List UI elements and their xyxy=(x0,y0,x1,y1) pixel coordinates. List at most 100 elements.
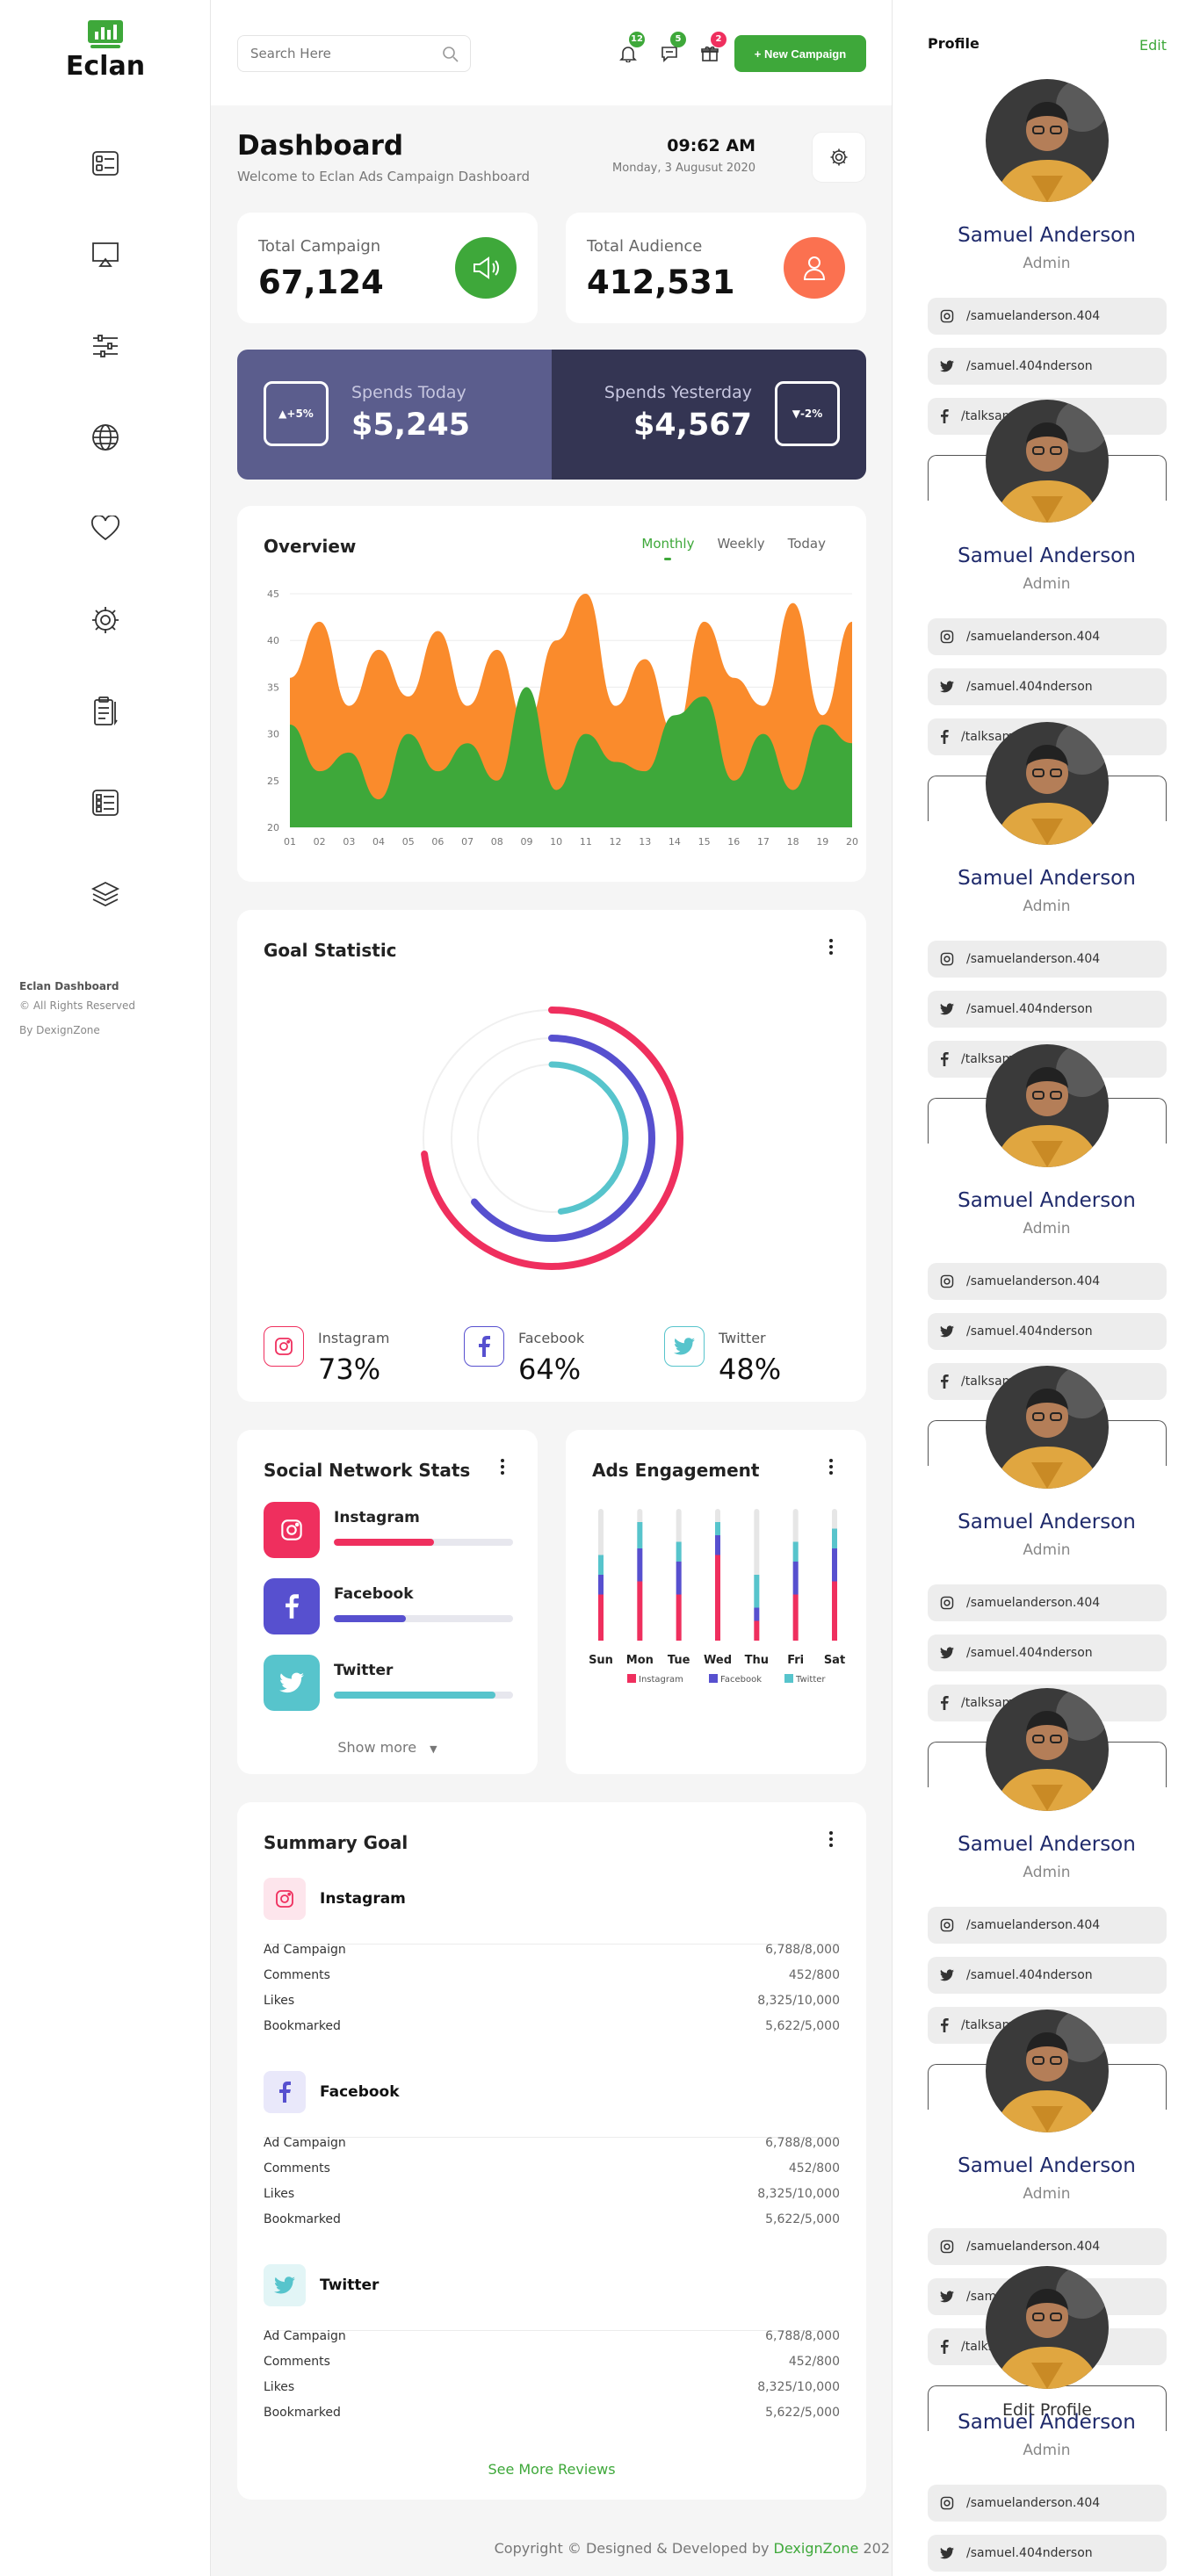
summary-row-label: Likes xyxy=(264,1994,295,2008)
twitter-link[interactable]: /samuel.404nderson xyxy=(928,2535,1167,2572)
ring-facebook xyxy=(448,1035,655,1242)
x-tick-label: 09 xyxy=(520,836,532,848)
twitter-link[interactable]: /samuel.404nderson xyxy=(928,991,1167,1028)
nav-heart[interactable] xyxy=(88,511,123,546)
link-text: /samuel.404nderson xyxy=(966,1646,1093,1660)
sliders-icon xyxy=(93,335,118,357)
instagram-link[interactable]: /samuelanderson.404 xyxy=(928,2485,1167,2522)
search-icon[interactable] xyxy=(442,46,459,63)
instagram-link[interactable]: /samuelanderson.404 xyxy=(928,1263,1167,1300)
show-more-button[interactable]: Show more ▼ xyxy=(237,1739,538,1756)
twitter-icon xyxy=(264,1655,320,1711)
bar-twitter xyxy=(754,1575,760,1608)
x-tick-label: 20 xyxy=(846,836,858,848)
x-tick-label: Thu xyxy=(745,1654,769,1667)
summary-row-value: 8,325/10,000 xyxy=(757,2187,840,2201)
twitter-icon xyxy=(940,1969,954,1981)
search-input[interactable] xyxy=(250,46,426,61)
layers-icon xyxy=(90,881,120,907)
nav-presentation[interactable] xyxy=(88,237,123,272)
bar-twitter xyxy=(637,1522,643,1548)
instagram-icon xyxy=(940,2496,954,2510)
y-tick-label: 20 xyxy=(267,822,279,833)
profile-role: Admin xyxy=(1023,1220,1071,1237)
settings-button[interactable] xyxy=(812,132,866,183)
instagram-icon xyxy=(940,1274,954,1288)
x-tick-label: 19 xyxy=(816,836,828,848)
bar-facebook xyxy=(598,1575,604,1595)
megaphone-icon xyxy=(455,237,517,299)
see-more-reviews-link[interactable]: See More Reviews xyxy=(237,2461,866,2478)
goal-statistic-card: Goal Statistic Instagram 73% Facebook 64… xyxy=(237,910,866,1402)
profile-panel: Profile Edit Samuel Anderson Admin/samuel… xyxy=(892,0,1200,2576)
social-name: Instagram xyxy=(334,1509,420,1526)
nav-layers[interactable] xyxy=(88,877,123,912)
summary-row-label: Comments xyxy=(264,2355,330,2369)
summary-row: Bookmarked 5,622/5,000 xyxy=(264,2406,840,2430)
nav-dashboard[interactable] xyxy=(88,146,123,181)
facebook-icon xyxy=(941,730,949,744)
summary-row-value: 5,622/5,000 xyxy=(765,2212,840,2226)
new-campaign-button[interactable]: + New Campaign xyxy=(734,35,866,72)
nav-sliders[interactable] xyxy=(88,328,123,364)
twitter-link[interactable]: /samuel.404nderson xyxy=(928,668,1167,705)
twitter-link[interactable]: /samuel.404nderson xyxy=(928,1634,1167,1671)
summary-row-label: Likes xyxy=(264,2187,295,2201)
spends-today-change-value: +5% xyxy=(286,408,314,420)
x-tick-label: 17 xyxy=(757,836,770,848)
notifications-button[interactable]: 12 xyxy=(615,32,645,67)
x-tick-label: Mon xyxy=(626,1654,654,1667)
footer-brand-link[interactable]: DexignZone xyxy=(774,2540,859,2557)
summary-row-label: Ad Campaign xyxy=(264,2329,346,2343)
instagram-icon xyxy=(940,952,954,966)
total-audience-label: Total Audience xyxy=(587,237,703,256)
bar-instagram xyxy=(598,1594,604,1641)
social-row-instagram: Instagram xyxy=(264,1502,518,1560)
legend-swatch xyxy=(627,1674,636,1683)
main-content: 12 5 2 + New Campaign Dashboard Welcome … xyxy=(211,0,892,2576)
avatar xyxy=(986,1688,1109,1811)
x-tick-label: Wed xyxy=(704,1654,732,1667)
social-progress-bar xyxy=(334,1539,513,1546)
social-network-card: Social Network Stats Instagram Facebook … xyxy=(237,1430,538,1774)
instagram-icon xyxy=(940,630,954,644)
sidebar: Eclan Eclan Dashboard © All Rights Reser… xyxy=(0,0,211,2576)
y-tick-label: 45 xyxy=(267,588,279,600)
instagram-link[interactable]: /samuelanderson.404 xyxy=(928,618,1167,655)
avatar xyxy=(986,79,1109,202)
link-text: /samuelanderson.404 xyxy=(966,309,1101,323)
twitter-link[interactable]: /samuel.404nderson xyxy=(928,348,1167,385)
summary-row-value: 6,788/8,000 xyxy=(765,2329,840,2343)
instagram-link[interactable]: /samuelanderson.404 xyxy=(928,298,1167,335)
instagram-link[interactable]: /samuelanderson.404 xyxy=(928,2228,1167,2265)
profile-edit-link[interactable]: Edit xyxy=(1139,37,1167,54)
messages-button[interactable]: 5 xyxy=(656,32,686,67)
goal-legend-name: Instagram xyxy=(318,1330,390,1346)
logo[interactable]: Eclan xyxy=(61,19,149,82)
instagram-link[interactable]: /samuelanderson.404 xyxy=(928,1907,1167,1944)
twitter-link[interactable]: /samuel.404nderson xyxy=(928,1957,1167,1994)
facebook-icon xyxy=(941,1052,949,1066)
spends-yesterday-label: Spends Yesterday xyxy=(604,383,752,402)
ads-menu-button[interactable] xyxy=(822,1456,840,1477)
facebook-icon xyxy=(941,2018,949,2032)
twitter-link[interactable]: /samuel.404nderson xyxy=(928,1313,1167,1350)
nav-settings[interactable] xyxy=(88,603,123,638)
spends-yesterday-change-value: -2% xyxy=(799,408,823,420)
summary-menu-button[interactable] xyxy=(822,1829,840,1850)
instagram-icon xyxy=(264,1878,306,1920)
nav-list[interactable] xyxy=(88,785,123,820)
search-box[interactable] xyxy=(237,35,471,72)
gifts-button[interactable]: 2 xyxy=(697,32,727,67)
goal-menu-button[interactable] xyxy=(822,936,840,957)
instagram-link[interactable]: /samuelanderson.404 xyxy=(928,1584,1167,1621)
summary-row: Likes 8,325/10,000 xyxy=(264,2187,840,2212)
nav-clipboard[interactable] xyxy=(88,694,123,729)
facebook-icon xyxy=(941,2340,949,2354)
nav-globe[interactable] xyxy=(88,420,123,455)
instagram-link[interactable]: /samuelanderson.404 xyxy=(928,941,1167,978)
link-text: /samuel.404nderson xyxy=(966,1002,1093,1016)
y-tick-label: 25 xyxy=(267,776,279,787)
social-menu-button[interactable] xyxy=(494,1456,511,1477)
spends-today: ▲ +5% Spends Today $5,245 xyxy=(237,350,552,480)
